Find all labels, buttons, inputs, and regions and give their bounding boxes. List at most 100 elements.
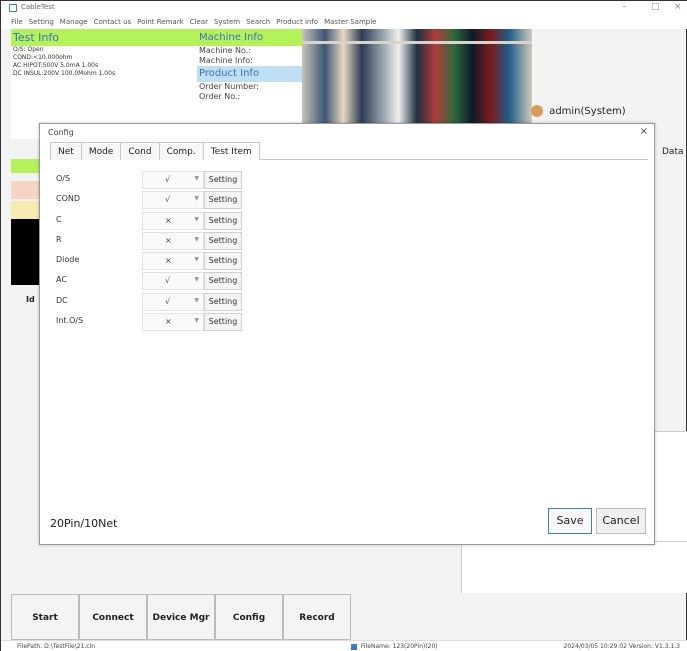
dialog-close-icon[interactable]: × xyxy=(640,126,648,137)
test-item-row: Diode × ▼ Setting xyxy=(54,251,254,271)
chevron-down-icon: ▼ xyxy=(194,317,199,325)
test-info-line: O/S: Open xyxy=(13,46,44,53)
test-item-name: Diode xyxy=(56,255,80,265)
status-bar: FilePath: D:\TestFile\21.cln FileName: 1… xyxy=(1,640,687,651)
menu-system[interactable]: System xyxy=(214,15,240,29)
tab-cond[interactable]: Cond xyxy=(120,142,160,160)
test-item-row: C × ▼ Setting xyxy=(54,211,254,231)
save-button[interactable]: Save xyxy=(548,508,592,534)
chevron-down-icon: ▼ xyxy=(194,296,199,304)
bottom-toolbar: Start Connect Device Mgr Config Record xyxy=(11,594,351,640)
setting-button[interactable]: Setting xyxy=(204,313,242,332)
tab-net[interactable]: Net xyxy=(50,142,82,160)
connect-button[interactable]: Connect xyxy=(79,594,147,640)
menu-manage[interactable]: Manage xyxy=(60,15,88,29)
test-item-row: R × ▼ Setting xyxy=(54,231,254,251)
test-item-select[interactable]: × ▼ xyxy=(142,252,204,271)
test-info-header: Test Info xyxy=(11,29,197,46)
select-value: × xyxy=(165,215,172,225)
config-dialog: Config × Net Mode Cond Comp. Test Item O… xyxy=(39,123,655,545)
version: Version: V1.3.1.3 xyxy=(628,643,680,650)
test-item-row: COND √ ▼ Setting xyxy=(54,190,254,210)
chevron-down-icon: ▼ xyxy=(194,175,199,182)
select-value: √ xyxy=(165,195,171,205)
start-button[interactable]: Start xyxy=(11,594,79,640)
window-title: CableTest xyxy=(21,3,55,11)
device-mgr-button[interactable]: Device Mgr xyxy=(147,594,215,640)
id-column-header: Id xyxy=(26,295,35,304)
test-item-row: Int.O/S × ▼ Setting xyxy=(54,312,254,332)
menu-setting[interactable]: Setting xyxy=(29,15,54,29)
test-item-name: R xyxy=(56,234,62,244)
menu-search[interactable]: Search xyxy=(246,15,270,29)
test-item-name: C xyxy=(56,214,62,224)
order-no-label: Order No.: xyxy=(199,92,241,101)
tab-mode[interactable]: Mode xyxy=(80,142,122,160)
select-value: × xyxy=(165,317,172,327)
machine-info-label: Machine Info: xyxy=(199,56,253,65)
app-icon xyxy=(9,4,17,12)
test-item-select[interactable]: × ▼ xyxy=(142,211,204,230)
file-name-value: 123(20Pin)(20) xyxy=(392,643,438,650)
title-bar: CableTest – □ × xyxy=(1,1,687,15)
setting-button[interactable]: Setting xyxy=(204,252,242,271)
test-item-select[interactable]: √ ▼ xyxy=(142,292,204,311)
setting-button[interactable]: Setting xyxy=(204,171,242,189)
setting-button[interactable]: Setting xyxy=(204,231,242,250)
file-name-label: FileName: xyxy=(360,643,391,650)
select-value: × xyxy=(165,235,172,245)
test-item-select[interactable]: × ▼ xyxy=(142,313,204,332)
chevron-down-icon: ▼ xyxy=(194,235,199,243)
menu-product-info[interactable]: Product info xyxy=(276,15,318,29)
menu-contact[interactable]: Contact us xyxy=(94,15,132,29)
pin-net-info: 20Pin/10Net xyxy=(50,517,118,530)
test-item-name: AC xyxy=(56,275,67,285)
user-avatar-icon xyxy=(531,105,543,117)
select-value: √ xyxy=(165,175,171,184)
test-item-select[interactable]: √ ▼ xyxy=(142,191,204,210)
config-button[interactable]: Config xyxy=(215,594,283,640)
datetime-version: 2024/03/05 10:29:02 Version: V1.3.1.3 xyxy=(564,643,680,650)
menu-master-sample[interactable]: Master Sample xyxy=(324,15,376,29)
file-path: FilePath: D:\TestFile\21.cln xyxy=(17,643,95,650)
setting-button[interactable]: Setting xyxy=(204,211,242,230)
file-icon xyxy=(351,643,357,650)
test-item-list: O/S √ ▼ Setting COND √ ▼ Setting C × ▼ Sett… xyxy=(54,170,254,332)
test-item-select[interactable]: √ ▼ xyxy=(142,272,204,291)
chevron-down-icon: ▼ xyxy=(194,215,199,223)
test-item-name: O/S xyxy=(56,174,71,183)
user-area[interactable]: admin(System) xyxy=(531,105,626,117)
menu-point-remark[interactable]: Point Remark xyxy=(137,15,184,29)
maximize-button[interactable]: □ xyxy=(651,2,660,12)
test-item-select[interactable]: √ ▼ xyxy=(142,171,204,189)
chevron-down-icon: ▼ xyxy=(194,195,199,203)
test-item-select[interactable]: × ▼ xyxy=(142,231,204,250)
setting-button[interactable]: Setting xyxy=(204,272,242,291)
test-item-name: DC xyxy=(56,295,68,305)
product-info-header: Product Info xyxy=(197,66,302,82)
test-item-name: COND xyxy=(56,194,81,204)
setting-button[interactable]: Setting xyxy=(204,191,242,210)
menu-clear[interactable]: Clear xyxy=(190,15,208,29)
product-photo xyxy=(302,29,532,124)
close-window-button[interactable]: × xyxy=(674,2,682,12)
datetime: 2024/03/05 10:29:02 xyxy=(563,643,627,650)
minimize-button[interactable]: – xyxy=(622,2,627,12)
machine-info-header: Machine Info xyxy=(197,29,302,46)
machine-no-label: Machine No.: xyxy=(199,46,252,55)
select-value: √ xyxy=(165,296,171,306)
menu-file[interactable]: File xyxy=(11,15,23,29)
record-button[interactable]: Record xyxy=(283,594,351,640)
cancel-button[interactable]: Cancel xyxy=(596,508,646,534)
tab-comp[interactable]: Comp. xyxy=(158,142,204,160)
test-item-row: AC √ ▼ Setting xyxy=(54,271,254,291)
chevron-down-icon: ▼ xyxy=(194,276,199,284)
test-item-row: DC √ ▼ Setting xyxy=(54,292,254,312)
test-info-line: DC INSUL:200V 100.0Mohm 1.00s xyxy=(13,70,116,77)
tab-test-item[interactable]: Test Item xyxy=(202,142,260,160)
menu-bar: File Setting Manage Contact us Point Rem… xyxy=(1,15,687,29)
setting-button[interactable]: Setting xyxy=(204,292,242,311)
data-column-header: Data xyxy=(662,147,684,157)
photo-rail xyxy=(302,41,532,44)
test-info-line: COND:<10.000ohm xyxy=(13,54,73,61)
